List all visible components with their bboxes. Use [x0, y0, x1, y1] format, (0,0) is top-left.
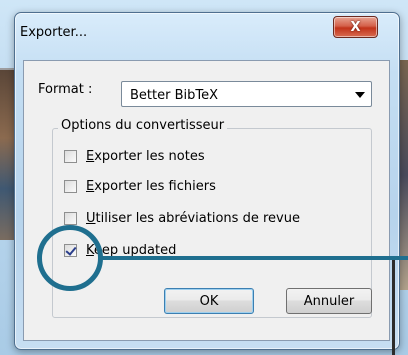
- background-edge-line: [392, 260, 395, 355]
- export-files-label: Exporter les fichiers: [86, 178, 216, 194]
- format-selected-value: Better BibTeX: [130, 88, 219, 103]
- screen: Exporter... X Format : Better BibTeX Opt…: [0, 0, 408, 355]
- option-export-files[interactable]: Exporter les fichiers: [64, 178, 216, 194]
- cancel-button[interactable]: Annuler: [286, 288, 372, 314]
- ok-button[interactable]: OK: [164, 288, 254, 314]
- chevron-down-icon: [355, 92, 365, 98]
- option-export-notes[interactable]: Exporter les notes: [64, 148, 205, 164]
- annotation-line: [102, 256, 408, 260]
- annotation-circle: [37, 225, 103, 291]
- option-journal-abbreviations[interactable]: Utiliser les abréviations de revue: [64, 210, 300, 226]
- close-x-icon: X: [350, 19, 361, 35]
- dialog-title: Exporter...: [20, 25, 88, 40]
- export-files-checkbox[interactable]: [64, 179, 77, 193]
- export-notes-checkbox[interactable]: [64, 149, 77, 163]
- format-select[interactable]: Better BibTeX: [121, 81, 372, 107]
- journal-abbreviations-checkbox[interactable]: [64, 211, 77, 225]
- export-notes-label: Exporter les notes: [86, 148, 205, 164]
- format-label: Format :: [38, 82, 93, 97]
- converter-options-title: Options du convertisseur: [58, 118, 228, 133]
- journal-abbreviations-label: Utiliser les abréviations de revue: [86, 210, 300, 226]
- close-button[interactable]: X: [333, 16, 378, 38]
